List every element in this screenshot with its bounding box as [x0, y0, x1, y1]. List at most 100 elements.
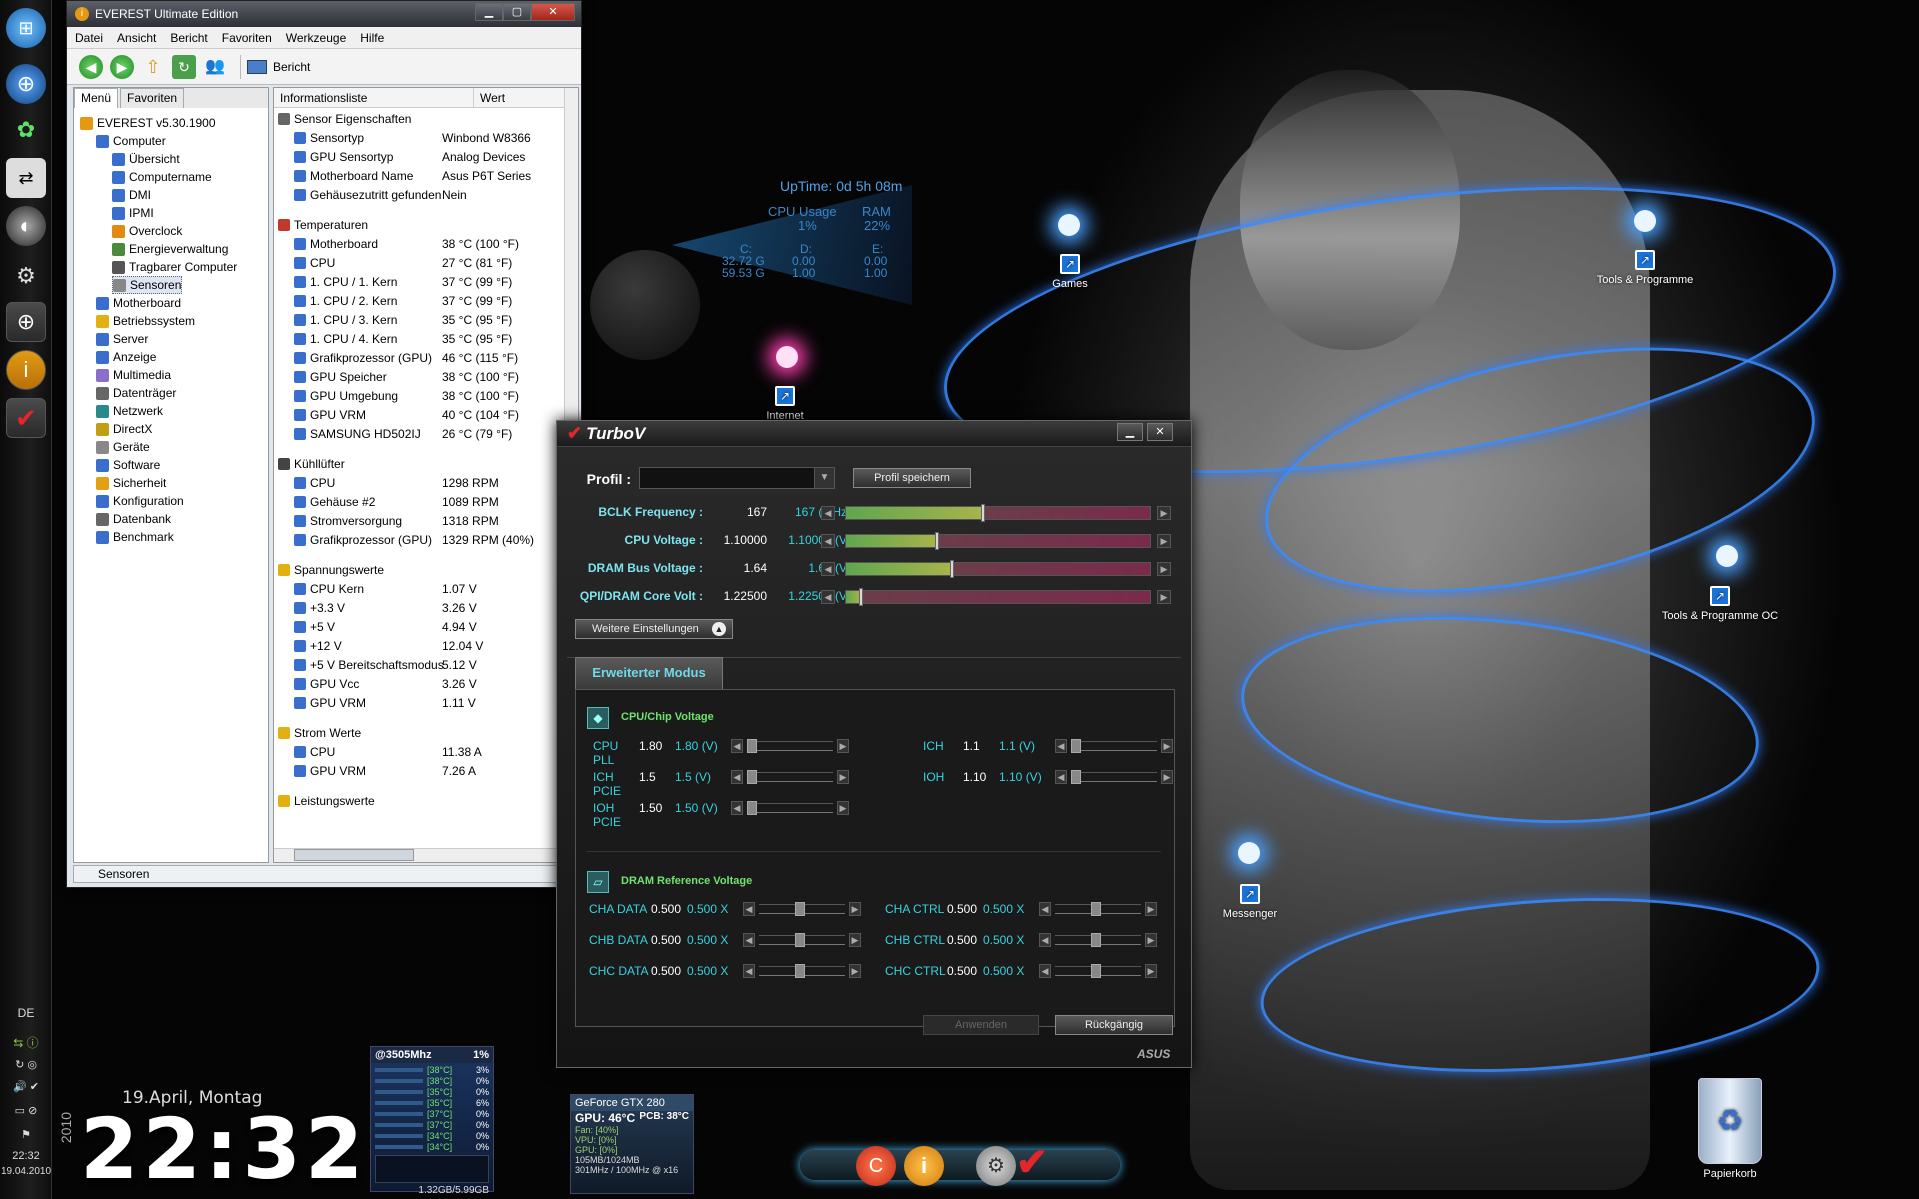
sensor-row[interactable]: CPU Kern 1.07 V [274, 582, 574, 600]
slider-thumb[interactable] [980, 504, 985, 522]
desktop-icon-internet[interactable]: ↗ Internet [740, 386, 830, 422]
tree-item[interactable]: Benchmark [96, 528, 174, 546]
desktop-icon-tools-oc[interactable]: ↗ Tools & Programme OC [1660, 586, 1780, 622]
decrease-arrow-icon[interactable]: ◀ [1039, 933, 1051, 947]
tree-item[interactable]: Sicherheit [96, 474, 166, 492]
menu-datei[interactable]: Datei [75, 31, 103, 45]
small-slider[interactable] [747, 770, 833, 784]
tray-volume-icon[interactable]: 🔊 ✔ [0, 1080, 52, 1093]
section-header[interactable]: Temperaturen [274, 218, 574, 236]
decrease-arrow-icon[interactable]: ◀ [1039, 964, 1051, 978]
increase-arrow-icon[interactable]: ▶ [1157, 562, 1171, 576]
menu-bericht[interactable]: Bericht [170, 31, 207, 45]
sensor-row[interactable]: CPU 27 °C (81 °F) [274, 256, 574, 274]
report-button[interactable]: Bericht [247, 59, 310, 74]
increase-arrow-icon[interactable]: ▶ [1157, 590, 1171, 604]
dock-everest-icon[interactable]: i [904, 1146, 944, 1186]
language-indicator[interactable]: DE [0, 1006, 52, 1020]
small-slider[interactable] [1055, 933, 1141, 947]
slider-thumb[interactable] [1091, 964, 1101, 978]
sensor-row[interactable]: Stromversorgung 1318 RPM [274, 514, 574, 532]
sensor-row[interactable]: GPU Vcc 3.26 V [274, 677, 574, 695]
decrease-arrow-icon[interactable]: ◀ [1055, 739, 1067, 753]
tree-item[interactable]: Overclock [112, 222, 182, 240]
sensor-row[interactable]: GPU VRM 7.26 A [274, 764, 574, 782]
tray-network-icon[interactable]: ⇆ ⓘ [0, 1034, 52, 1051]
tab-menu[interactable]: Menü [74, 88, 119, 108]
tree-item[interactable]: Sensoren [112, 276, 183, 294]
back-icon[interactable]: ◀ [79, 54, 103, 79]
sensor-row[interactable]: Sensortyp Winbond W8366 [274, 131, 574, 149]
increase-arrow-icon[interactable]: ▶ [1145, 964, 1157, 978]
small-slider[interactable] [747, 739, 833, 753]
slider-thumb[interactable] [1071, 739, 1081, 753]
turbov-window[interactable]: ✔ TurboV ▁ ✕ Profil : ▼ Profil speichern… [556, 420, 1192, 1068]
slider-thumb[interactable] [795, 964, 805, 978]
voltage-slider[interactable] [845, 588, 1151, 606]
tree-item[interactable]: Datenbank [96, 510, 171, 528]
dock-turbov-icon[interactable]: ✔ [1016, 1140, 1048, 1185]
decrease-arrow-icon[interactable]: ◀ [821, 562, 835, 576]
tree-item[interactable]: Betriebssystem [96, 312, 195, 330]
taskbar-time[interactable]: 22:32 [0, 1150, 52, 1162]
desktop-icon-tools[interactable]: ↗ Tools & Programme [1590, 250, 1700, 286]
refresh-icon[interactable]: ↻ [172, 54, 196, 79]
small-slider[interactable] [1071, 739, 1157, 753]
profil-select[interactable]: ▼ [639, 467, 835, 489]
sensor-row[interactable]: Gehäusezutritt gefunden Nein [274, 188, 574, 206]
tab-erweiterter-modus[interactable]: Erweiterter Modus [575, 657, 723, 689]
sensor-row[interactable]: SAMSUNG HD502IJ 26 °C (79 °F) [274, 427, 574, 445]
turbov-titlebar[interactable]: ✔ TurboV ▁ ✕ [557, 421, 1191, 447]
decrease-arrow-icon[interactable]: ◀ [821, 506, 835, 520]
increase-arrow-icon[interactable]: ▶ [1145, 902, 1157, 916]
tree-item[interactable]: Geräte [96, 438, 150, 456]
col-value-header[interactable]: Wert [474, 88, 574, 107]
sensor-row[interactable]: +5 V 4.94 V [274, 620, 574, 638]
sensor-row[interactable]: 1. CPU / 2. Kern 37 °C (99 °F) [274, 294, 574, 312]
small-slider[interactable] [1071, 770, 1157, 784]
tab-favoriten[interactable]: Favoriten [120, 88, 185, 108]
everest-window[interactable]: i EVEREST Ultimate Edition ▁ ▢ ✕ Datei A… [66, 0, 582, 888]
tree-item[interactable]: Energieverwaltung [112, 240, 228, 258]
browser-task-icon[interactable]: ⊕ [6, 302, 46, 342]
desktop-icon-recycle-bin[interactable]: ♻ Papierkorb [1690, 1078, 1770, 1180]
voltage-slider[interactable] [845, 560, 1151, 578]
tree-item[interactable]: Computer [96, 132, 166, 150]
media-player-icon[interactable]: ◐ [6, 206, 46, 246]
slider-thumb[interactable] [1091, 933, 1101, 947]
sensor-row[interactable]: GPU Sensortyp Analog Devices [274, 150, 574, 168]
sensor-row[interactable]: +12 V 12.04 V [274, 639, 574, 657]
section-header[interactable]: Sensor Eigenschaften [274, 112, 574, 130]
undo-button[interactable]: Rückgängig [1055, 1015, 1173, 1035]
sensor-row[interactable]: Grafikprozessor (GPU) 46 °C (115 °F) [274, 351, 574, 369]
everest-task-icon[interactable]: i [6, 350, 46, 390]
maximize-button[interactable]: ▢ [503, 3, 531, 21]
icq-icon[interactable]: ✿ [6, 110, 46, 150]
increase-arrow-icon[interactable]: ▶ [1157, 506, 1171, 520]
slider-thumb[interactable] [1091, 902, 1101, 916]
decrease-arrow-icon[interactable]: ◀ [743, 933, 755, 947]
sensor-row[interactable]: Grafikprozessor (GPU) 1329 RPM (40%) [274, 533, 574, 551]
menu-favoriten[interactable]: Favoriten [222, 31, 272, 45]
menu-ansicht[interactable]: Ansicht [117, 31, 156, 45]
tree-item[interactable]: EVEREST v5.30.1900 [80, 114, 216, 132]
up-folder-icon[interactable]: ⇧ [141, 55, 165, 79]
sensor-row[interactable]: CPU 1298 RPM [274, 476, 574, 494]
section-header[interactable]: Leistungswerte [274, 794, 574, 812]
section-header[interactable]: Spannungswerte [274, 563, 574, 581]
slider-thumb[interactable] [795, 933, 805, 947]
section-header[interactable]: Kühllüfter [274, 457, 574, 475]
slider-thumb[interactable] [747, 739, 757, 753]
sensor-row[interactable]: Motherboard 38 °C (100 °F) [274, 237, 574, 255]
tray-display-icon[interactable]: ▭ ⊘ [0, 1104, 52, 1117]
taskbar-date[interactable]: 19.04.2010 [0, 1166, 52, 1177]
slider-thumb[interactable] [935, 532, 940, 550]
steam-icon[interactable]: ⚙ [6, 256, 46, 296]
tree-item[interactable]: Multimedia [96, 366, 171, 384]
safari-icon[interactable]: ⊕ [6, 64, 46, 104]
network-tool-icon[interactable]: ⇄ [6, 158, 46, 198]
scroll-thumb[interactable] [294, 849, 414, 861]
decrease-arrow-icon[interactable]: ◀ [821, 590, 835, 604]
slider-thumb[interactable] [747, 770, 757, 784]
decrease-arrow-icon[interactable]: ◀ [821, 534, 835, 548]
